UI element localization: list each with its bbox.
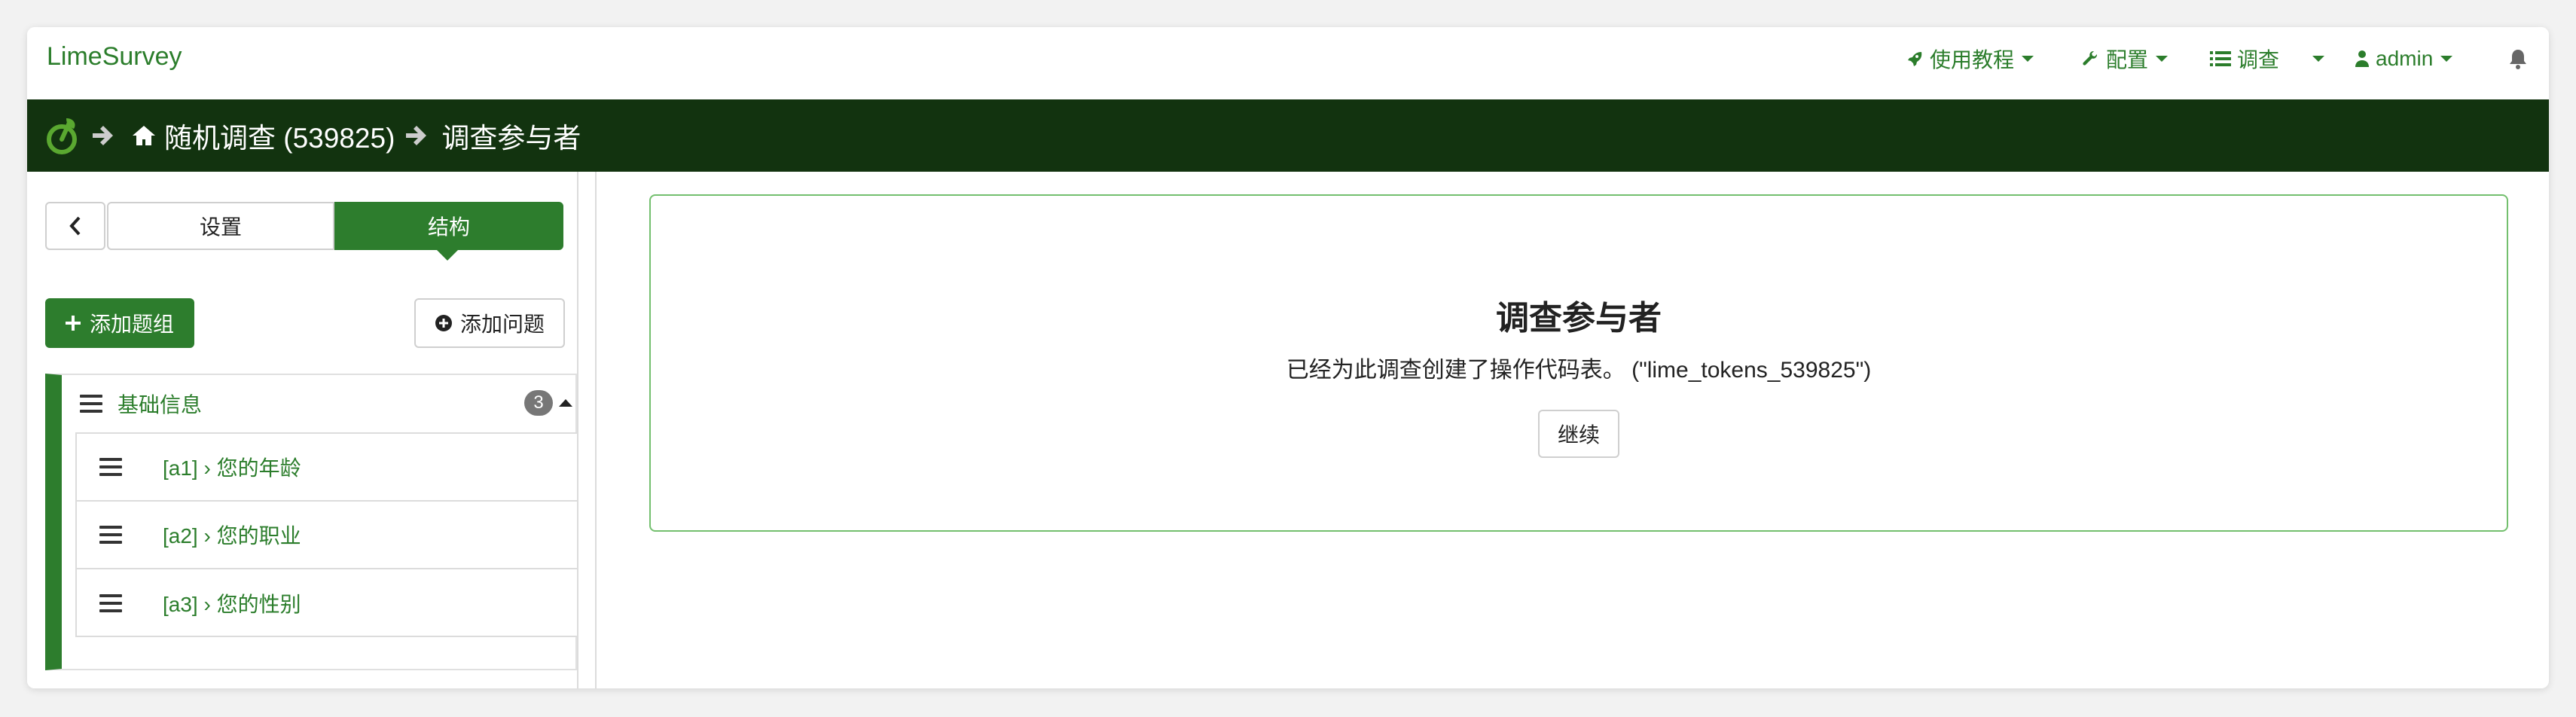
breadcrumb: 随机调查 (539825) 调查参与者 xyxy=(27,99,2549,172)
chevron-down-icon xyxy=(2440,56,2453,62)
question-group-header[interactable]: 基础信息 3 xyxy=(62,375,575,432)
list-icon xyxy=(2210,51,2231,66)
question-item[interactable]: [a2] › 您的职业 xyxy=(77,502,577,569)
brand-link[interactable]: LimeSurvey xyxy=(47,42,182,72)
question-group-panel: 基础信息 3 [a1] › 您的年龄 [a2] › 您的职业 [a3] › 您的… xyxy=(45,374,577,670)
question-item[interactable]: [a1] › 您的年龄 xyxy=(77,434,577,502)
user-icon xyxy=(2355,50,2369,67)
chevron-left-icon xyxy=(69,216,81,236)
tab-settings[interactable]: 设置 xyxy=(107,202,334,250)
question-list: [a1] › 您的年龄 [a2] › 您的职业 [a3] › 您的性别 xyxy=(75,432,577,637)
notifications-button[interactable] xyxy=(2508,44,2534,74)
limesurvey-logo-icon[interactable] xyxy=(44,115,80,156)
continue-button[interactable]: 继续 xyxy=(1538,410,1619,458)
question-count-badge: 3 xyxy=(524,390,553,416)
drag-handle-icon[interactable] xyxy=(99,526,122,544)
participants-message-card: 调查参与者 已经为此调查创建了操作代码表。 ("lime_tokens_5398… xyxy=(649,194,2508,532)
user-menu[interactable]: admin xyxy=(2355,44,2453,74)
chevron-down-icon xyxy=(2022,56,2034,62)
user-label: admin xyxy=(2376,47,2434,70)
collapse-caret-icon[interactable] xyxy=(559,399,572,407)
surveys-label: 调查 xyxy=(2237,48,2280,72)
add-question-label: 添加问题 xyxy=(459,313,545,336)
surveys-dropdown-toggle[interactable] xyxy=(2305,44,2324,74)
top-navbar: LimeSurvey 使用教程 配置 调查 admin xyxy=(27,27,2549,100)
add-question-button[interactable]: 添加问题 xyxy=(414,298,565,348)
question-label[interactable]: [a3] › 您的性别 xyxy=(163,588,301,618)
question-item[interactable]: [a3] › 您的性别 xyxy=(77,569,577,637)
drag-handle-icon[interactable] xyxy=(99,458,122,476)
plus-circle-icon xyxy=(435,315,452,331)
add-group-label: 添加题组 xyxy=(89,313,174,336)
add-question-group-button[interactable]: 添加题组 xyxy=(45,298,194,348)
wrench-icon xyxy=(2083,50,2098,66)
surveys-menu[interactable]: 调查 xyxy=(2210,44,2279,74)
drag-handle-icon[interactable] xyxy=(99,594,122,612)
sidebar: 设置 结构 添加题组 添加问题 基础信息 3 [a1] › 您的年龄 [a2] … xyxy=(27,172,597,688)
sidebar-resize-handle[interactable] xyxy=(595,172,597,688)
chevron-down-icon xyxy=(2312,56,2324,62)
rocket-icon xyxy=(1908,52,1922,66)
question-label[interactable]: [a1] › 您的年龄 xyxy=(163,452,301,482)
tutorials-menu[interactable]: 使用教程 xyxy=(1906,44,2034,74)
drag-handle-icon[interactable] xyxy=(80,395,102,413)
breadcrumb-survey-link[interactable]: 随机调查 (539825) xyxy=(164,115,395,156)
page-title: 调查参与者 xyxy=(1496,300,1662,337)
arrow-right-icon xyxy=(406,126,427,145)
arrow-right-icon xyxy=(93,126,113,145)
app-window: LimeSurvey 使用教程 配置 调查 admin 随机调查 (539825… xyxy=(27,27,2549,688)
tutorials-label: 使用教程 xyxy=(1930,48,2015,72)
config-label: 配置 xyxy=(2106,48,2149,72)
home-icon xyxy=(133,126,155,145)
status-message: 已经为此调查创建了操作代码表。 ("lime_tokens_539825") xyxy=(1286,358,1872,383)
plus-icon xyxy=(65,316,81,331)
bell-icon xyxy=(2510,50,2526,69)
tab-structure[interactable]: 结构 xyxy=(334,202,563,250)
breadcrumb-current-page: 调查参与者 xyxy=(441,123,581,154)
question-label[interactable]: [a2] › 您的职业 xyxy=(163,520,301,550)
chevron-down-icon xyxy=(2156,56,2169,62)
question-group-title[interactable]: 基础信息 xyxy=(118,389,202,419)
config-menu[interactable]: 配置 xyxy=(2082,44,2169,74)
sidebar-divider xyxy=(577,172,578,688)
collapse-sidebar-button[interactable] xyxy=(45,202,105,250)
active-tab-pointer xyxy=(437,250,458,261)
